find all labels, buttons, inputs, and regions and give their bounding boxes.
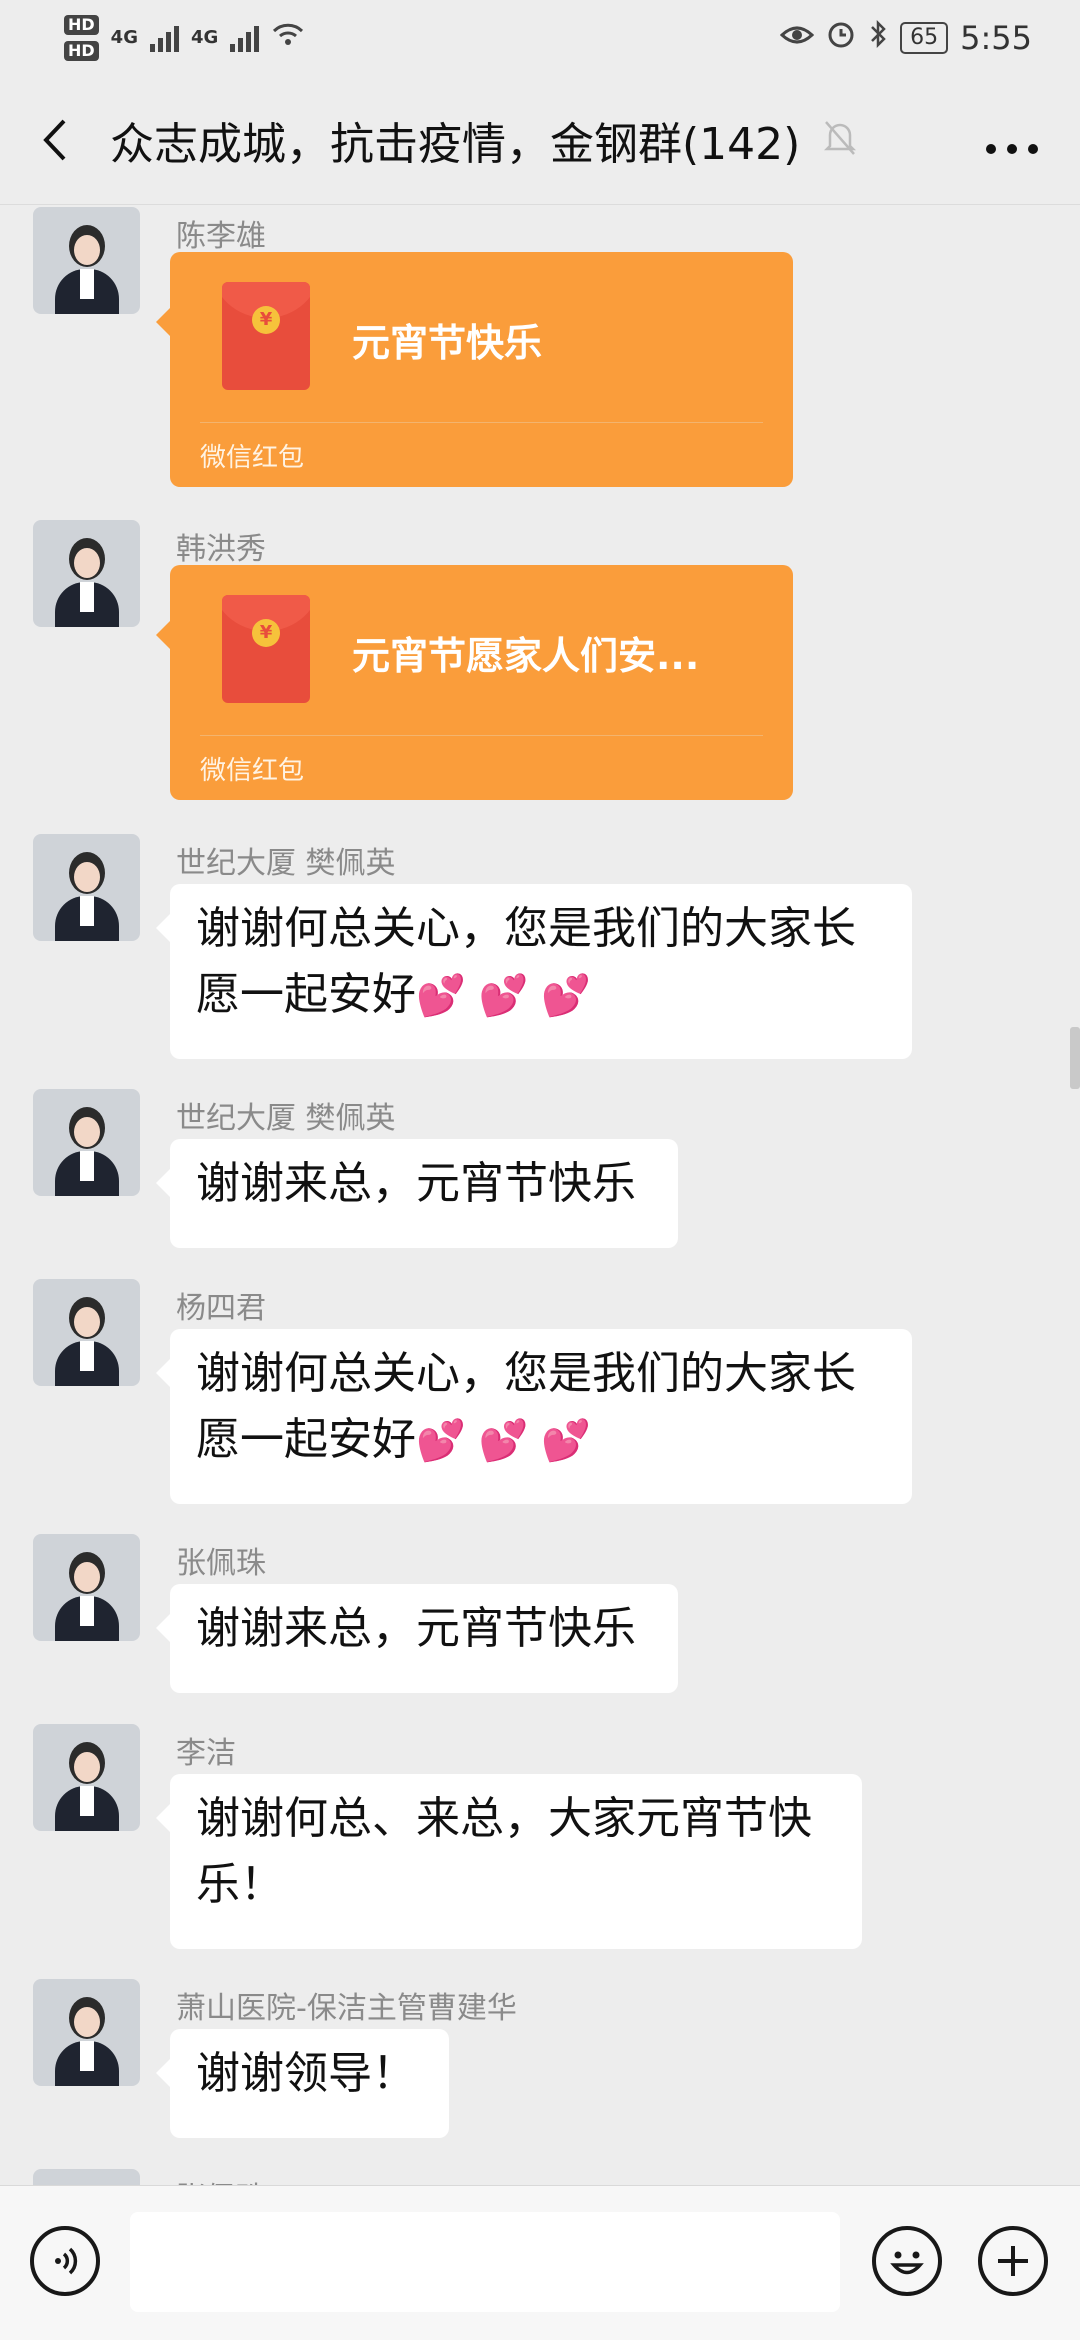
heart-emoji: 💕 💕 💕	[416, 1418, 591, 1464]
red-packet-icon: ¥	[222, 282, 310, 390]
heart-emoji: 💕 💕 💕	[416, 973, 591, 1019]
message-line: 愿一起安好💕 💕 💕	[196, 1414, 591, 1465]
red-packet[interactable]: ¥ 元宵节快乐 微信红包	[156, 252, 793, 487]
avatar[interactable]	[33, 207, 140, 314]
bluetooth-icon	[868, 19, 888, 56]
emoji-icon	[890, 2251, 924, 2275]
battery-indicator: 65	[900, 21, 949, 54]
message-bubble[interactable]: 谢谢何总、来总，大家元宵节快 乐！	[156, 1774, 862, 1949]
status-left: HD HD 4G 4G	[64, 14, 305, 61]
sender-name: 韩洪秀	[176, 532, 266, 567]
chat-screen: HD HD 4G 4G 65 5:55 众志成城，抗击疫情，金钢群(142) 陈…	[0, 0, 1080, 2340]
avatar[interactable]	[33, 1534, 140, 1641]
voice-icon	[55, 2247, 78, 2275]
message-bubble[interactable]: 谢谢来总，元宵节快乐	[156, 1584, 678, 1693]
sender-name: 世纪大厦 樊佩英	[176, 1101, 396, 1136]
message-line: 谢谢来总，元宵节快乐	[196, 1603, 636, 1654]
sender-name: 李洁	[176, 1736, 236, 1771]
more-actions-button[interactable]	[978, 2226, 1048, 2296]
avatar[interactable]	[33, 520, 140, 627]
scrollbar[interactable]	[1070, 1027, 1080, 1089]
sender-name: 萧山医院-保洁主管曹建华	[176, 1991, 517, 2026]
message-line: 谢谢来总，元宵节快乐	[196, 1158, 636, 1209]
message-bubble[interactable]: 谢谢领导！	[156, 2029, 449, 2138]
divider	[200, 735, 763, 736]
chat-title: 众志成城，抗击疫情，金钢群(142)	[110, 118, 801, 170]
message-list[interactable]: 陈李雄 ¥ 元宵节快乐 微信红包 韩洪秀 ¥ 元宵节愿家人们安... 微信红包	[0, 205, 1080, 2185]
divider	[200, 422, 763, 423]
hd-badge-2: HD	[64, 40, 99, 61]
emoji-button[interactable]	[872, 2226, 942, 2296]
red-packet-icon: ¥	[222, 595, 310, 703]
message-line: 愿一起安好💕 💕 💕	[196, 969, 591, 1020]
avatar[interactable]	[33, 1089, 140, 1196]
mute-bell-icon	[822, 118, 858, 162]
avatar[interactable]	[33, 834, 140, 941]
message-line: 乐！	[196, 1859, 284, 1910]
message-line: 谢谢何总关心，您是我们的大家长	[196, 903, 856, 954]
hd-indicators: HD HD	[64, 14, 99, 61]
network-type-1: 4G	[110, 27, 138, 48]
back-icon	[43, 119, 66, 160]
chat-header: 众志成城，抗击疫情，金钢群(142)	[0, 75, 1080, 205]
avatar[interactable]	[33, 1724, 140, 1831]
sender-name: 陈李雄	[176, 219, 266, 254]
sender-name: 张佩珠	[176, 2173, 266, 2185]
network-type-2: 4G	[190, 27, 219, 48]
status-right: 65 5:55	[779, 18, 1032, 57]
message-bubble[interactable]: 谢谢何总关心，您是我们的大家长 愿一起安好💕 💕 💕	[156, 1329, 912, 1504]
more-icon	[986, 143, 1038, 154]
message-input[interactable]	[130, 2212, 840, 2312]
input-bar	[0, 2185, 1080, 2340]
signal-bars-2-icon	[230, 24, 260, 52]
hd-badge-1: HD	[64, 14, 99, 35]
plus-icon	[998, 2246, 1028, 2276]
back-button[interactable]	[30, 100, 80, 180]
status-bar: HD HD 4G 4G 65 5:55	[0, 0, 1080, 75]
avatar[interactable]	[33, 1279, 140, 1386]
alarm-icon	[826, 19, 856, 56]
clock: 5:55	[960, 18, 1032, 57]
red-packet-label: 微信红包	[200, 756, 305, 786]
eye-icon	[779, 21, 815, 54]
red-packet-label: 微信红包	[200, 443, 305, 473]
red-packet-title: 元宵节快乐	[352, 321, 543, 365]
red-packet[interactable]: ¥ 元宵节愿家人们安... 微信红包	[156, 565, 793, 800]
sender-name: 杨四君	[176, 1291, 266, 1326]
avatar[interactable]	[33, 1979, 140, 2086]
message-line: 谢谢何总、来总，大家元宵节快	[196, 1793, 812, 1844]
more-button[interactable]	[974, 116, 1050, 164]
avatar[interactable]	[33, 2169, 140, 2185]
message-line: 谢谢领导！	[196, 2048, 416, 2099]
voice-button[interactable]	[30, 2226, 100, 2296]
message-line: 谢谢何总关心，您是我们的大家长	[196, 1348, 856, 1399]
sender-name: 世纪大厦 樊佩英	[176, 846, 396, 881]
wifi-icon	[271, 19, 305, 56]
signal-bars-1-icon	[149, 24, 179, 52]
message-bubble[interactable]: 谢谢来总，元宵节快乐	[156, 1139, 678, 1248]
sender-name: 张佩珠	[176, 1546, 266, 1581]
red-packet-title: 元宵节愿家人们安...	[352, 634, 700, 678]
message-bubble[interactable]: 谢谢何总关心，您是我们的大家长 愿一起安好💕 💕 💕	[156, 884, 912, 1059]
